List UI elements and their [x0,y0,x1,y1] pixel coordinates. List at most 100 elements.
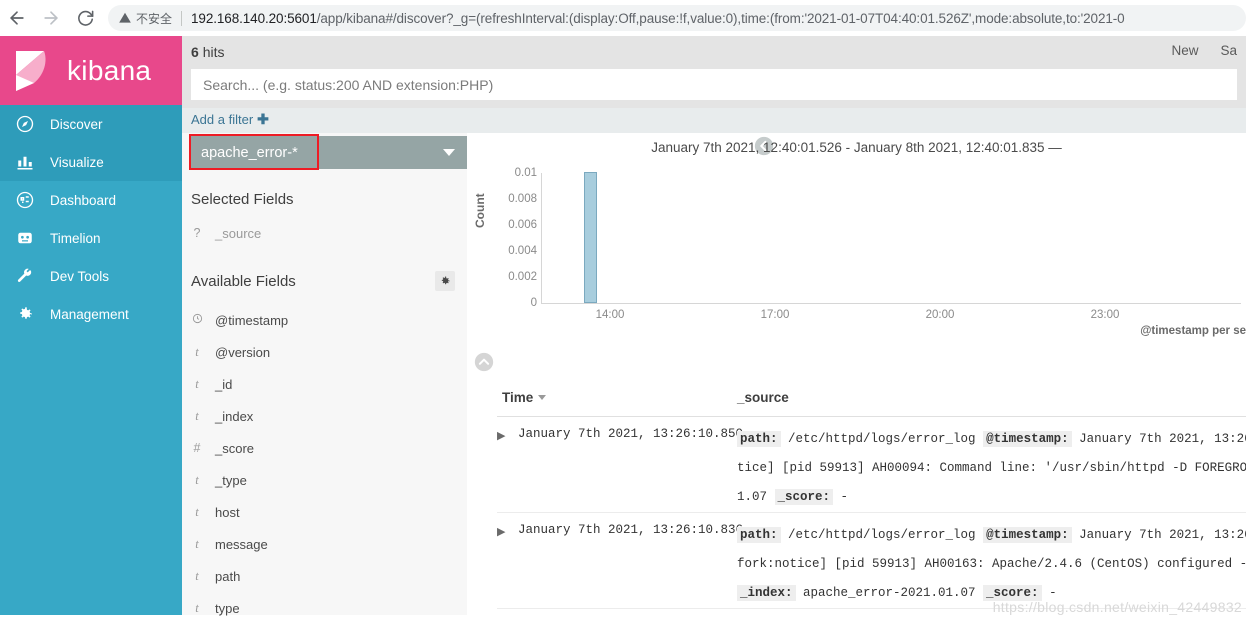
discover-topbar: 6 hits New Sa [182,36,1246,108]
add-filter-button[interactable]: Add a filter ✚ [191,111,269,128]
expand-row-icon[interactable]: ▶ [497,525,511,538]
add-filter-label: Add a filter [191,112,254,127]
field-row-id[interactable]: t _id [191,368,461,400]
field-type-icon: t [195,408,199,423]
back-arrow-icon[interactable] [0,1,34,35]
global-nav-sidebar: kibana Discover Visualize Dashboard Time… [0,36,182,615]
sidebar-item-management[interactable]: Management [0,295,182,333]
doc-field-value: - [1041,586,1057,600]
doc-source-line: tice] [pid 59913] AH00094: Command line:… [737,454,1246,483]
doc-field-key: _score: [774,489,834,505]
chevron-up-circle-icon[interactable] [473,351,495,373]
security-warning[interactable]: 不安全 [118,10,172,27]
doc-field-value: /etc/httpd/logs/error_log [780,528,984,542]
column-header-source[interactable]: _source [737,390,789,405]
sidebar-item-dev-tools[interactable]: Dev Tools [0,257,182,295]
sidebar-item-timelion[interactable]: Timelion [0,219,182,257]
expand-row-icon[interactable]: ▶ [497,429,511,442]
field-name: _index [215,408,254,424]
y-tick: 0 [530,297,537,309]
doc-field-value: /etc/httpd/logs/error_log [780,432,984,446]
documents-table: Time _source ▶ January 7th 2021, 13:26:1… [497,385,1246,609]
new-button[interactable]: New [1171,43,1198,58]
available-fields-title: Available Fields [191,273,296,290]
field-row-timestamp[interactable]: @timestamp [191,304,461,336]
field-type-icon: t [195,472,199,487]
histogram-chart: Count 0.01 0.008 0.006 0.004 0.002 0 14:… [467,167,1246,343]
browser-chrome: 不安全 192.168.140.20:5601/app/kibana#/disc… [0,0,1246,36]
kibana-brand[interactable]: kibana [0,36,182,105]
sidebar-item-label: Discover [50,116,103,132]
discover-main: apache_error-* Selected Fields ? _source… [182,133,1246,616]
save-button[interactable]: Sa [1220,43,1237,58]
warning-triangle-icon [119,12,131,23]
column-header-time[interactable]: Time [502,390,547,405]
x-tick: 23:00 [1090,309,1120,321]
hits-count: 6 hits [191,44,224,60]
table-header: Time _source [497,385,1246,417]
field-row-score[interactable]: # _score [191,432,461,464]
doc-source: path: /etc/httpd/logs/error_log @timesta… [737,521,1246,608]
field-name: @version [215,344,271,360]
field-name: type [215,600,240,616]
field-settings-gear-icon[interactable] [435,271,455,291]
field-sidebar: apache_error-* Selected Fields ? _source… [182,133,467,616]
histogram-bar[interactable] [584,172,597,303]
doc-field-key: path: [737,431,781,447]
field-row-type[interactable]: t type [191,592,461,624]
doc-source: path: /etc/httpd/logs/error_log @timesta… [737,425,1246,512]
field-row-index[interactable]: t _index [191,400,461,432]
url-path: /app/kibana#/discover?_g=(refreshInterva… [316,10,1125,26]
field-name: @timestamp [215,312,289,328]
time-range-label[interactable]: January 7th 2021, 12:40:01.526 - January… [467,140,1246,155]
address-bar[interactable]: 不安全 192.168.140.20:5601/app/kibana#/disc… [108,5,1246,31]
doc-source-line: _index: apache_error-2021.01.07 _score: … [737,579,1246,608]
plus-icon: ✚ [257,111,269,127]
doc-field-key: _index: [737,585,796,601]
doc-field-value: apache_error-2021.01.07 [795,586,984,600]
field-type-icon: t [195,504,199,519]
field-type-icon: t [195,376,199,391]
security-warning-label: 不安全 [136,11,173,26]
table-row[interactable]: ▶ January 7th 2021, 13:26:10.836 path: /… [497,513,1246,609]
field-row-host[interactable]: t host [191,496,461,528]
histogram-plot-area[interactable]: 14:00 17:00 20:00 23:00 [541,172,1241,321]
field-type-icon: # [193,441,201,455]
sidebar-item-dashboard[interactable]: Dashboard [0,181,182,219]
search-input[interactable] [191,69,1237,100]
y-tick: 0.004 [508,245,537,257]
field-type-icon: t [195,568,199,583]
field-row-type-meta[interactable]: t _type [191,464,461,496]
reload-icon[interactable] [68,1,102,35]
doc-field-value: - [833,490,849,504]
field-row-version[interactable]: t @version [191,336,461,368]
bar-chart-icon [14,151,36,173]
field-name: _score [215,440,255,456]
sidebar-item-visualize[interactable]: Visualize [0,143,182,181]
hits-number: 6 [191,44,199,60]
doc-field-value: January 7th 2021, 13:26 [1071,528,1246,542]
y-tick: 0.008 [508,193,537,205]
sidebar-item-discover[interactable]: Discover [0,105,182,143]
hits-label: hits [202,44,225,60]
sidebar-item-label: Timelion [50,230,101,246]
kibana-wordmark: kibana [67,54,152,86]
field-row-path[interactable]: t path [191,560,461,592]
doc-source-line: fork:notice] [pid 59913] AH00163: Apache… [737,550,1246,579]
doc-field-value: January 7th 2021, 13:26 [1071,432,1246,446]
index-pattern-select[interactable]: apache_error-* [191,136,467,169]
field-type-icon: t [195,344,199,359]
timelion-icon [14,227,36,249]
field-type-icon: t [195,536,199,551]
table-row[interactable]: ▶ January 7th 2021, 13:26:10.850 path: /… [497,417,1246,513]
x-tick: 20:00 [925,309,955,321]
field-row-message[interactable]: t message [191,528,461,560]
filter-bar: Add a filter ✚ [182,108,1246,133]
clock-icon [191,313,203,328]
x-tick: 17:00 [760,309,790,321]
doc-field-value: fork:notice] [pid 59913] AH00163: Apache… [737,557,1246,571]
field-name: path [215,568,241,584]
forward-arrow-icon[interactable] [34,1,68,35]
field-row-source[interactable]: ? _source [191,217,461,249]
url-host: 192.168.140.20:5601 [191,10,317,26]
